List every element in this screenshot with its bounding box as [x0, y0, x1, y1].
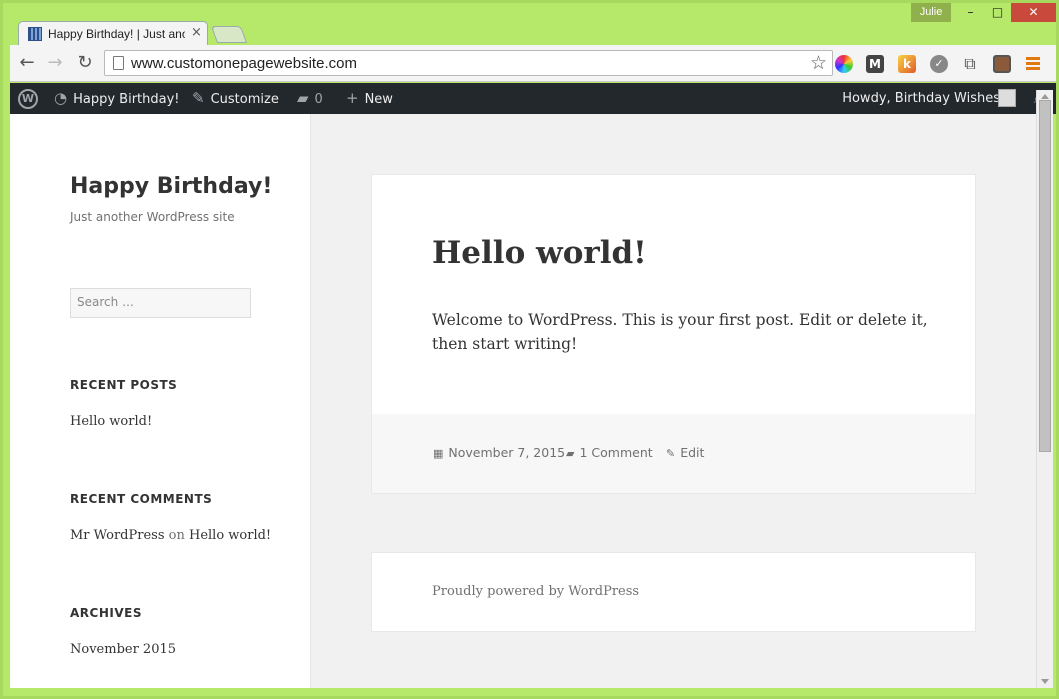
admin-bar-comments-count: 0 — [314, 92, 323, 107]
post-title[interactable]: Hello world! — [432, 235, 647, 271]
admin-bar-site-name: Happy Birthday! — [73, 92, 180, 107]
minimize-button[interactable]: – — [957, 3, 984, 22]
address-bar[interactable]: www.customonepagewebsite.com ☆ — [104, 50, 833, 76]
recent-posts-title: RECENT POSTS — [70, 378, 178, 392]
browser-tab[interactable]: Happy Birthday! | Just ano × — [18, 21, 208, 46]
page-content: Happy Birthday! Just another WordPress s… — [10, 114, 1036, 688]
admin-bar-account-link[interactable]: Howdy, Birthday Wishes — [842, 83, 1000, 114]
recent-post-link[interactable]: Hello world! — [70, 414, 152, 429]
post-date: November 7, 2015 — [448, 445, 566, 460]
pencil-icon: ✎ — [666, 447, 676, 460]
post-comments: 1 Comment — [579, 445, 653, 460]
dashboard-icon: ◔ — [54, 89, 68, 107]
site-title[interactable]: Happy Birthday! — [70, 174, 272, 199]
plus-icon: + — [346, 89, 359, 107]
page-icon — [113, 56, 124, 70]
sidebar: Happy Birthday! Just another WordPress s… — [10, 114, 311, 688]
scroll-down-icon[interactable] — [1041, 679, 1049, 684]
admin-bar-new-label: New — [364, 92, 393, 107]
camera-extension-icon[interactable] — [993, 55, 1011, 73]
close-window-button[interactable]: ✕ — [1011, 3, 1056, 22]
comment-icon: ▰ — [566, 447, 575, 460]
forward-button[interactable]: → — [45, 53, 65, 73]
profile-badge[interactable]: Julie — [911, 3, 951, 22]
admin-bar-comments-link[interactable]: ▰ 0 — [297, 83, 323, 114]
post-edit-link[interactable]: ✎ Edit — [666, 445, 704, 460]
paintbrush-icon: ✎ — [192, 89, 205, 107]
site-footer: Proudly powered by WordPress — [371, 552, 976, 632]
powered-by-link[interactable]: Proudly powered by WordPress — [432, 584, 639, 599]
calendar-icon: ▦ — [433, 447, 444, 460]
admin-bar-site-link[interactable]: ◔ Happy Birthday! — [54, 83, 180, 114]
admin-bar-customize-label: Customize — [210, 92, 279, 107]
scroll-thumb[interactable] — [1039, 100, 1051, 452]
post-card: Hello world! Welcome to WordPress. This … — [371, 174, 976, 494]
page-scrollbar[interactable] — [1036, 90, 1053, 688]
wordpress-logo-icon[interactable]: W — [18, 89, 38, 109]
post-date-link[interactable]: ▦ November 7, 2015 — [433, 445, 565, 460]
browser-toolbar: ← → ↻ www.customonepagewebsite.com ☆ M k… — [10, 45, 1056, 82]
k-extension-icon[interactable]: k — [898, 55, 916, 73]
back-button[interactable]: ← — [17, 53, 37, 73]
comment-icon: ▰ — [297, 89, 309, 107]
comment-post-link[interactable]: Hello world! — [189, 528, 271, 543]
post-comments-link[interactable]: ▰ 1 Comment — [566, 445, 653, 460]
browser-menu-icon[interactable] — [1026, 57, 1040, 71]
comment-on-text: on — [168, 528, 185, 543]
check-extension-icon[interactable]: ✓ — [930, 55, 948, 73]
post-content: Welcome to WordPress. This is your first… — [432, 311, 928, 353]
admin-bar-customize-link[interactable]: ✎ Customize — [192, 83, 279, 114]
tab-close-icon[interactable]: × — [191, 25, 202, 40]
recent-comment: Mr WordPress on Hello world! — [70, 528, 271, 543]
archives-title: ARCHIVES — [70, 606, 142, 620]
tab-title: Happy Birthday! | Just ano — [48, 27, 185, 41]
bookmark-star-icon[interactable]: ☆ — [810, 52, 827, 74]
scroll-up-icon[interactable] — [1041, 94, 1049, 99]
recent-comments-title: RECENT COMMENTS — [70, 492, 213, 506]
avatar[interactable] — [998, 89, 1016, 107]
m-extension-icon[interactable]: M — [866, 55, 884, 73]
maximize-button[interactable]: □ — [984, 3, 1011, 22]
search-input[interactable]: Search … — [70, 288, 251, 318]
reload-button[interactable]: ↻ — [75, 53, 95, 73]
post-edit: Edit — [680, 445, 705, 460]
comment-author-link[interactable]: Mr WordPress — [70, 528, 165, 543]
puzzle-extension-icon[interactable]: ⧉ — [961, 55, 979, 73]
site-description: Just another WordPress site — [70, 210, 235, 224]
archive-link[interactable]: November 2015 — [70, 642, 176, 657]
admin-bar-new-link[interactable]: + New — [346, 83, 393, 114]
post-meta: ▦ November 7, 2015 ▰ 1 Comment ✎ Edit — [372, 414, 975, 493]
new-tab-button[interactable] — [210, 26, 248, 43]
favicon-icon — [28, 27, 42, 41]
color-picker-extension-icon[interactable] — [835, 55, 853, 73]
wp-admin-bar: W ◔ Happy Birthday! ✎ Customize ▰ 0 + New Ho… — [10, 83, 1056, 114]
url-text[interactable]: www.customonepagewebsite.com — [131, 55, 357, 72]
